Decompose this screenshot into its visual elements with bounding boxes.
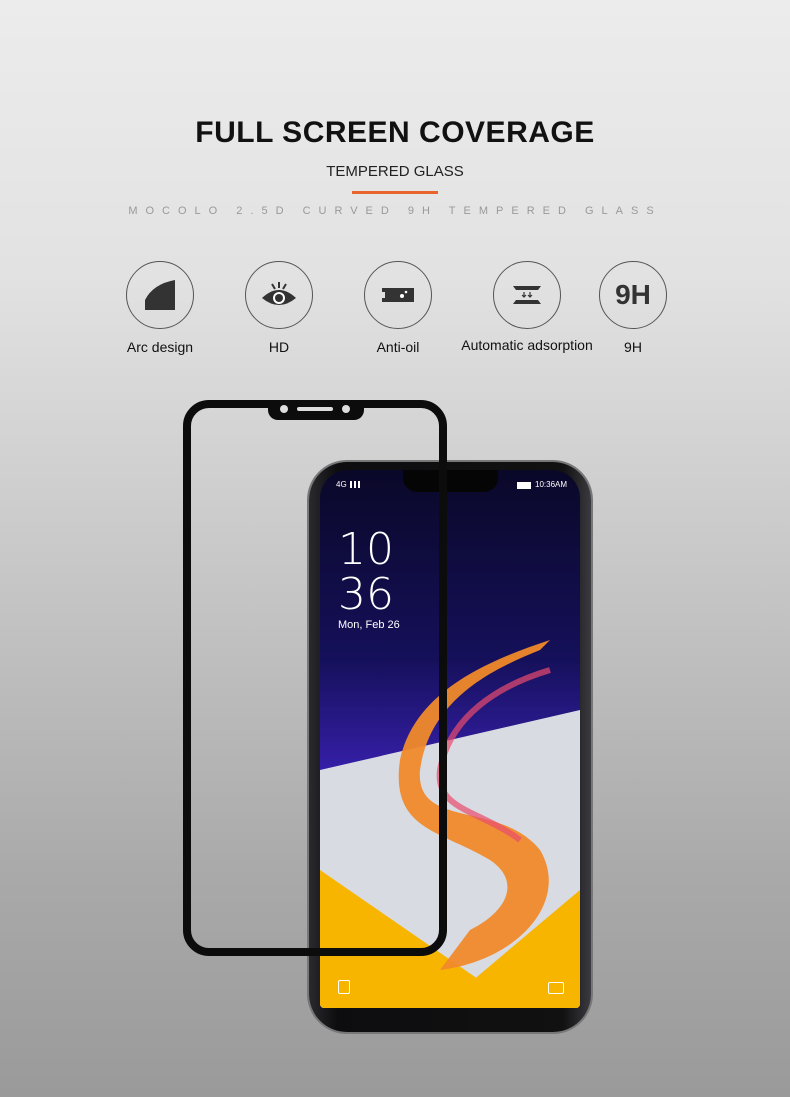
adsorption-icon — [493, 261, 561, 329]
glass-camera-hole — [342, 405, 350, 413]
glass-sensor-hole — [280, 405, 288, 413]
feature-arc-design: Arc design — [100, 261, 220, 355]
tempered-glass-outline — [183, 400, 447, 956]
camera-app-icon — [548, 982, 564, 994]
eye-icon — [245, 261, 313, 329]
tagline: MOCOLO 2.5D CURVED 9H TEMPERED GLASS — [128, 205, 662, 217]
feature-9h: 9H 9H — [573, 261, 693, 355]
oil-drop-icon — [364, 261, 432, 329]
feature-hd: HD — [219, 261, 339, 355]
feature-label: Arc design — [126, 339, 194, 355]
battery-icon — [517, 482, 531, 489]
feature-anti-oil: Anti-oil — [338, 261, 458, 355]
hardness-9h-icon: 9H — [599, 261, 667, 329]
accent-divider — [352, 191, 438, 194]
feature-label: Anti-oil — [376, 339, 420, 355]
status-time: 10:36AM — [535, 480, 568, 489]
phone-app-icon — [338, 980, 350, 994]
feature-label: 9H — [624, 339, 642, 355]
arc-icon — [126, 261, 194, 329]
glass-earpiece-slot — [297, 407, 333, 411]
page-title: FULL SCREEN COVERAGE — [195, 116, 595, 149]
feature-label: HD — [268, 339, 290, 355]
subtitle: TEMPERED GLASS — [326, 163, 464, 180]
